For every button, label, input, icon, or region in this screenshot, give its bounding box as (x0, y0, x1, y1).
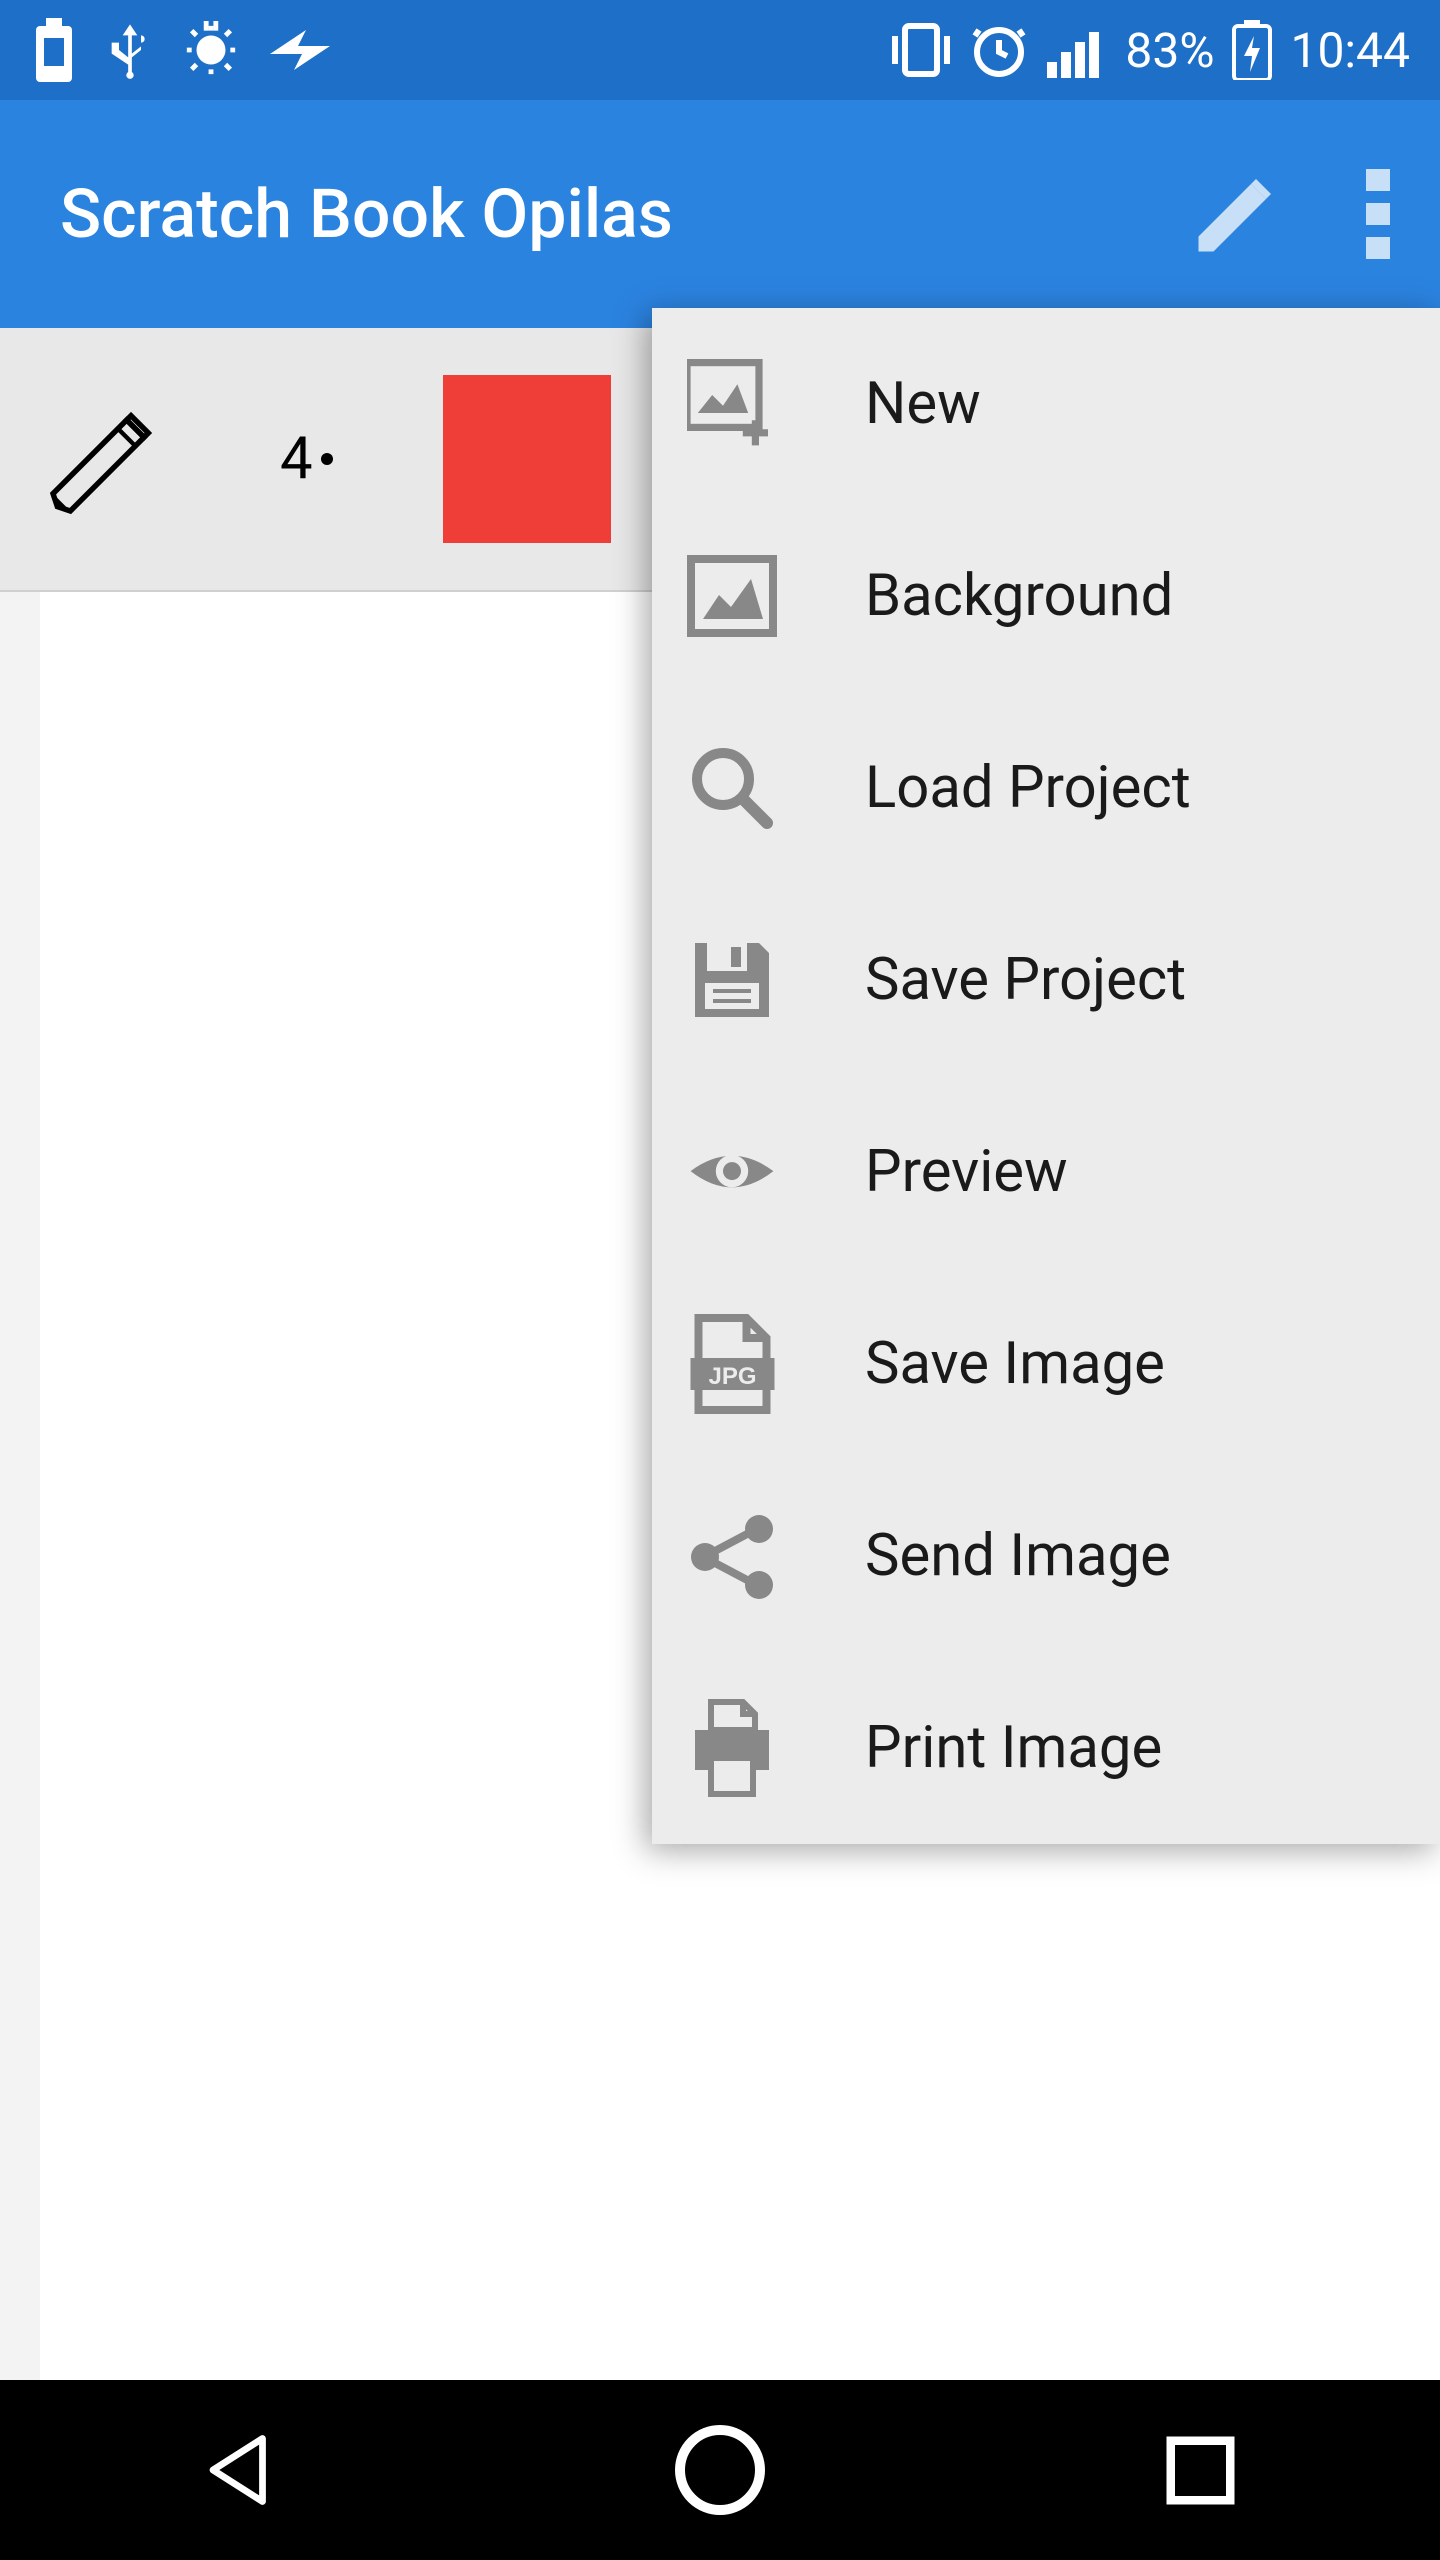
menu-item-new[interactable]: New (652, 308, 1440, 500)
menu-label: Save Project (865, 946, 1186, 1014)
menu-label: Save Image (865, 1330, 1165, 1398)
usb-icon (108, 18, 152, 82)
menu-label: Send Image (865, 1522, 1171, 1590)
app-bar: Scratch Book Opilas (0, 100, 1440, 328)
menu-item-save[interactable]: Save Project (652, 884, 1440, 1076)
status-right: 83% 10:44 (891, 20, 1410, 80)
edit-icon[interactable] (1186, 164, 1286, 264)
battery-percent: 83% (1125, 22, 1214, 79)
menu-item-save-image[interactable]: JPG Save Image (652, 1268, 1440, 1460)
alarm-icon (969, 20, 1029, 80)
menu-label: Print Image (865, 1714, 1162, 1782)
back-button[interactable] (185, 2415, 295, 2525)
clock-text: 10:44 (1290, 22, 1410, 79)
search-icon (687, 743, 777, 833)
debug-icon (182, 21, 240, 79)
new-image-icon (687, 359, 777, 449)
app-bar-actions (1186, 164, 1390, 264)
menu-item-background[interactable]: Background (652, 500, 1440, 692)
share-icon (687, 1511, 777, 1601)
save-icon (687, 935, 777, 1025)
brush-size-dot (321, 453, 333, 465)
menu-label: Background (865, 562, 1173, 630)
battery-status-icon (30, 18, 78, 82)
menu-item-preview[interactable]: Preview (652, 1076, 1440, 1268)
eye-icon (687, 1127, 777, 1217)
recent-apps-button[interactable] (1145, 2415, 1255, 2525)
print-icon (687, 1703, 777, 1793)
brush-size-button[interactable]: 4 (280, 425, 333, 493)
brush-size-value: 4 (280, 425, 313, 493)
jpg-file-icon: JPG (687, 1319, 777, 1409)
menu-item-print-image[interactable]: Print Image (652, 1652, 1440, 1844)
pencil-tool-button[interactable] (40, 394, 170, 524)
menu-item-load[interactable]: Load Project (652, 692, 1440, 884)
home-button[interactable] (665, 2415, 775, 2525)
more-icon[interactable] (1366, 169, 1390, 259)
menu-label: Load Project (865, 754, 1191, 822)
battery-charging-icon (1232, 20, 1272, 80)
vibrate-icon (891, 20, 951, 80)
menu-label: New (865, 370, 981, 438)
app-title: Scratch Book Opilas (60, 174, 673, 254)
menu-item-send-image[interactable]: Send Image (652, 1460, 1440, 1652)
lightning-icon (270, 26, 330, 74)
menu-label: Preview (865, 1138, 1068, 1206)
navigation-bar (0, 2380, 1440, 2560)
status-left (30, 18, 330, 82)
background-icon (687, 551, 777, 641)
svg-text:JPG: JPG (708, 1363, 756, 1390)
overflow-menu: New Background Load Project Save Project… (652, 308, 1440, 1844)
color-swatch-button[interactable] (443, 375, 611, 543)
status-bar: 83% 10:44 (0, 0, 1440, 100)
signal-icon (1047, 22, 1107, 78)
